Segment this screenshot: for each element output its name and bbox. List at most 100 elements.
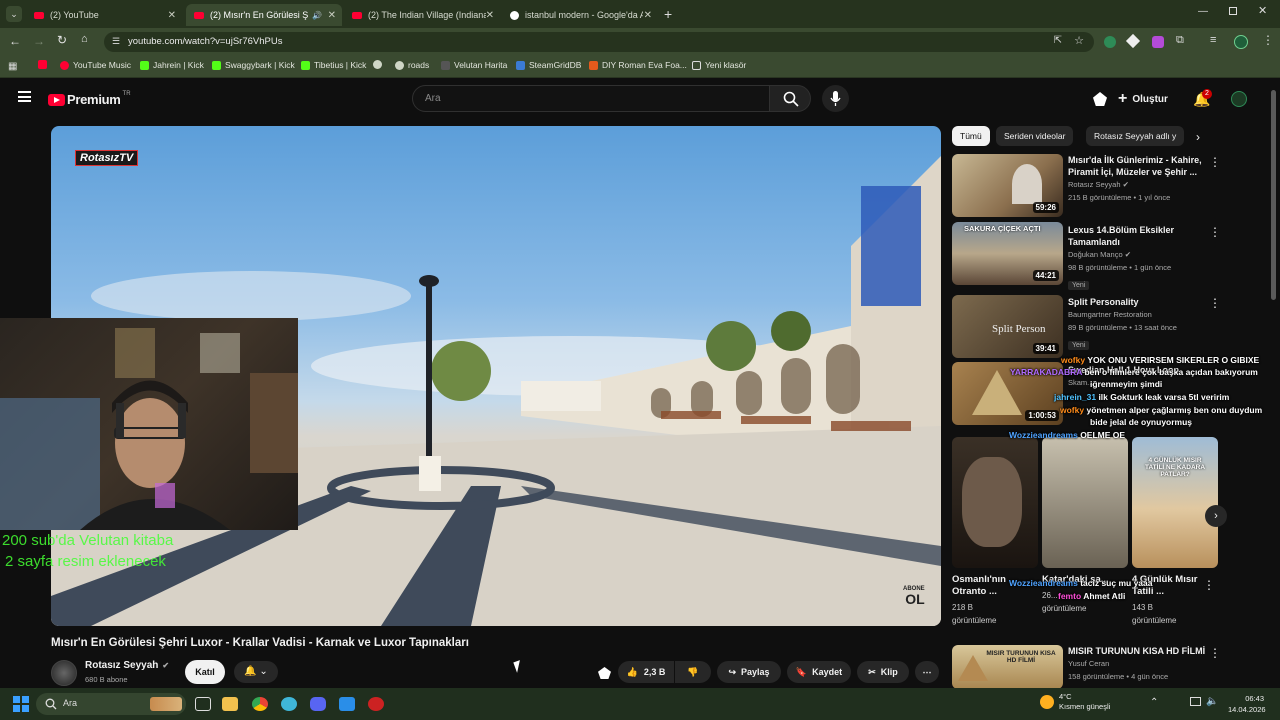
app-red-icon[interactable] [368, 697, 384, 711]
rec-thumbnail[interactable]: SAKURA ÇİÇEK AÇTI 44:21 [952, 222, 1063, 285]
dislike-button[interactable]: 👎 [675, 661, 711, 683]
rec-thumbnail[interactable]: 59:26 [952, 154, 1063, 217]
close-tab-icon[interactable]: ✕ [328, 10, 336, 21]
minimize-button[interactable]: — [1198, 6, 1208, 17]
close-tab-icon[interactable]: ✕ [644, 10, 652, 21]
bookmark-youtube-icon[interactable] [38, 60, 51, 69]
close-window-button[interactable]: ✕ [1258, 4, 1267, 17]
rec-item[interactable]: MISIR TURUNUN KISA HD FİLMİ Yusuf Ceran … [1068, 645, 1208, 683]
bookmark-swaggybark[interactable]: Swaggybark | Kick [212, 60, 295, 70]
premium-badge-icon[interactable] [1093, 92, 1107, 106]
chat-message: wofky yönetmen alper çağlarmış ben onu d… [1060, 405, 1263, 415]
stream-chat-overlay: wofky YOK ONU VERIRSEM SIKERLER O GIBIXE… [1006, 355, 1280, 615]
file-explorer-icon[interactable] [222, 697, 238, 711]
rec-menu-icon[interactable]: ⋮ [1209, 155, 1221, 169]
bookmark-roads[interactable]: roads [395, 60, 429, 70]
tab-search-icon[interactable]: ⌄ [6, 6, 22, 22]
youtube-favicon-icon [34, 11, 44, 19]
rec-item[interactable]: Mısır'da İlk Günlerimiz - Kahire, Pirami… [1068, 154, 1208, 204]
forward-icon[interactable]: → [33, 34, 45, 48]
taskbar-widget-thumbnail[interactable] [150, 697, 182, 711]
discord-icon[interactable] [310, 697, 326, 711]
search-button[interactable] [769, 85, 811, 112]
speaker-icon[interactable]: 🔊 [312, 11, 322, 20]
rec-menu-icon[interactable]: ⋮ [1209, 225, 1221, 239]
youtube-logo[interactable]: Premium TR [48, 91, 131, 107]
bookmark-youtube-music[interactable]: YouTube Music [60, 60, 131, 70]
hamburger-menu-icon[interactable] [18, 91, 31, 102]
tab-current-video[interactable]: (2) Mısır'n En Görülesi Şehri🔊✕ [186, 4, 342, 26]
extensions-puzzle-icon[interactable]: ⧉ [1176, 34, 1184, 47]
notification-bell-button[interactable]: 🔔 ⌄ [234, 661, 278, 683]
profile-avatar[interactable] [1234, 35, 1248, 49]
channel-avatar[interactable] [51, 660, 77, 686]
bookmark-tibetius[interactable]: Tibetius | Kick [301, 60, 366, 70]
tab-indian-village[interactable]: (2) The Indian Village (Indiana ✕ [344, 4, 500, 26]
bookmark-diy-roman[interactable]: DIY Roman Eva Foa... [589, 60, 687, 70]
install-icon[interactable]: ⇱ [1054, 35, 1062, 46]
bookmark-globe-icon[interactable] [373, 60, 386, 69]
bookmark-velutan-harita[interactable]: Velutan Harita [441, 60, 507, 70]
overlay-message-line-2: 2 sayfa resim eklenecek [5, 553, 166, 570]
apps-grid-icon[interactable]: ▦ [8, 61, 17, 72]
chip-all[interactable]: Tümü [952, 126, 990, 146]
premium-star-icon[interactable] [598, 667, 611, 679]
voice-search-button[interactable] [822, 85, 849, 112]
task-view-icon[interactable] [195, 697, 211, 711]
share-button[interactable]: ↪ Paylaş [717, 661, 781, 683]
back-icon[interactable]: ← [9, 34, 21, 48]
account-avatar[interactable] [1231, 91, 1247, 107]
weather-widget[interactable]: 4°C Kısmen güneşli [1040, 692, 1110, 712]
bookmark-jahrein[interactable]: Jahrein | Kick [140, 60, 204, 70]
restore-button[interactable] [1229, 7, 1237, 15]
join-button[interactable]: Katıl [185, 660, 225, 684]
new-tab-button[interactable]: + [664, 6, 672, 22]
page-scrollbar[interactable] [1271, 90, 1276, 300]
channel-name[interactable]: Rotasız Seyyah ✔ [85, 660, 169, 671]
rec-thumbnail[interactable]: MISIR TURUNUN KISA HD FİLMİ [952, 645, 1063, 689]
address-field[interactable]: ☰ youtube.com/watch?v=ujSr76VhPUs ⇱ ☆ [104, 32, 1094, 52]
reload-icon[interactable]: ↻ [57, 33, 67, 47]
new-badge: Yeni [1068, 281, 1090, 290]
tray-chevron-icon[interactable]: ⌃ [1150, 697, 1158, 708]
rec-thumbnail[interactable]: Split Person 39:41 [952, 295, 1063, 358]
rec-item[interactable]: Split Personality Baumgartner Restoratio… [1068, 296, 1208, 352]
app-blue-icon[interactable] [339, 697, 355, 711]
extension-icon-1[interactable] [1104, 36, 1116, 48]
extension-icon-2[interactable] [1125, 33, 1141, 49]
rec-item[interactable]: Lexus 14.Bölüm Eksikler Tamamlandı Doğuk… [1068, 224, 1208, 292]
more-actions-button[interactable]: ⋯ [915, 661, 939, 683]
chat-message: jahrein_31 ilk Gokturk leak varsa 5tl ve… [1054, 392, 1230, 402]
start-button[interactable] [13, 696, 29, 712]
bookmark-star-icon[interactable]: ☆ [1074, 34, 1084, 47]
tray-network-icon[interactable] [1190, 697, 1201, 706]
rec-menu-icon[interactable]: ⋮ [1209, 296, 1221, 310]
taskbar-clock[interactable]: 06:43 14.04.2026 [1228, 693, 1266, 715]
chips-next-icon[interactable]: › [1196, 130, 1200, 144]
clip-button[interactable]: ✂ Klip [857, 661, 909, 683]
search-input[interactable]: Ara [412, 85, 770, 112]
tab-google-search[interactable]: istanbul modern - Google'da A ✕ [502, 4, 658, 26]
close-tab-icon[interactable]: ✕ [168, 10, 176, 21]
rec-menu-icon[interactable]: ⋮ [1209, 646, 1221, 660]
browser-menu-icon[interactable]: ⋮ [1262, 33, 1274, 47]
bookmark-steamgriddb[interactable]: SteamGridDB [516, 60, 581, 70]
chat-message: femto Ahmet Atli [1058, 591, 1126, 601]
subscribe-watermark[interactable]: ABONE OL [903, 586, 925, 606]
bookmark-folder-yeni-klasor[interactable]: Yeni klasör [692, 60, 746, 70]
reading-list-icon[interactable]: ≡ [1210, 34, 1216, 46]
extension-icon-3[interactable] [1152, 36, 1164, 48]
close-tab-icon[interactable]: ✕ [486, 10, 494, 21]
app-globe-icon[interactable] [281, 697, 297, 711]
chip-series[interactable]: Seriden videolar [996, 126, 1074, 146]
home-icon[interactable]: ⌂ [81, 33, 88, 45]
tray-volume-icon[interactable]: 🔈 [1206, 696, 1218, 707]
chrome-icon[interactable] [252, 697, 268, 711]
search-icon [783, 91, 799, 107]
create-button[interactable]: + Oluştur [1118, 87, 1168, 111]
like-button[interactable]: 👍 2,3 B [618, 661, 674, 683]
chip-channel[interactable]: Rotasız Seyyah adlı y [1086, 126, 1184, 146]
tab-youtube[interactable]: (2) YouTube ✕ [26, 4, 182, 26]
save-button[interactable]: 🔖 Kaydet [787, 661, 851, 683]
site-info-icon[interactable]: ☰ [112, 36, 120, 47]
